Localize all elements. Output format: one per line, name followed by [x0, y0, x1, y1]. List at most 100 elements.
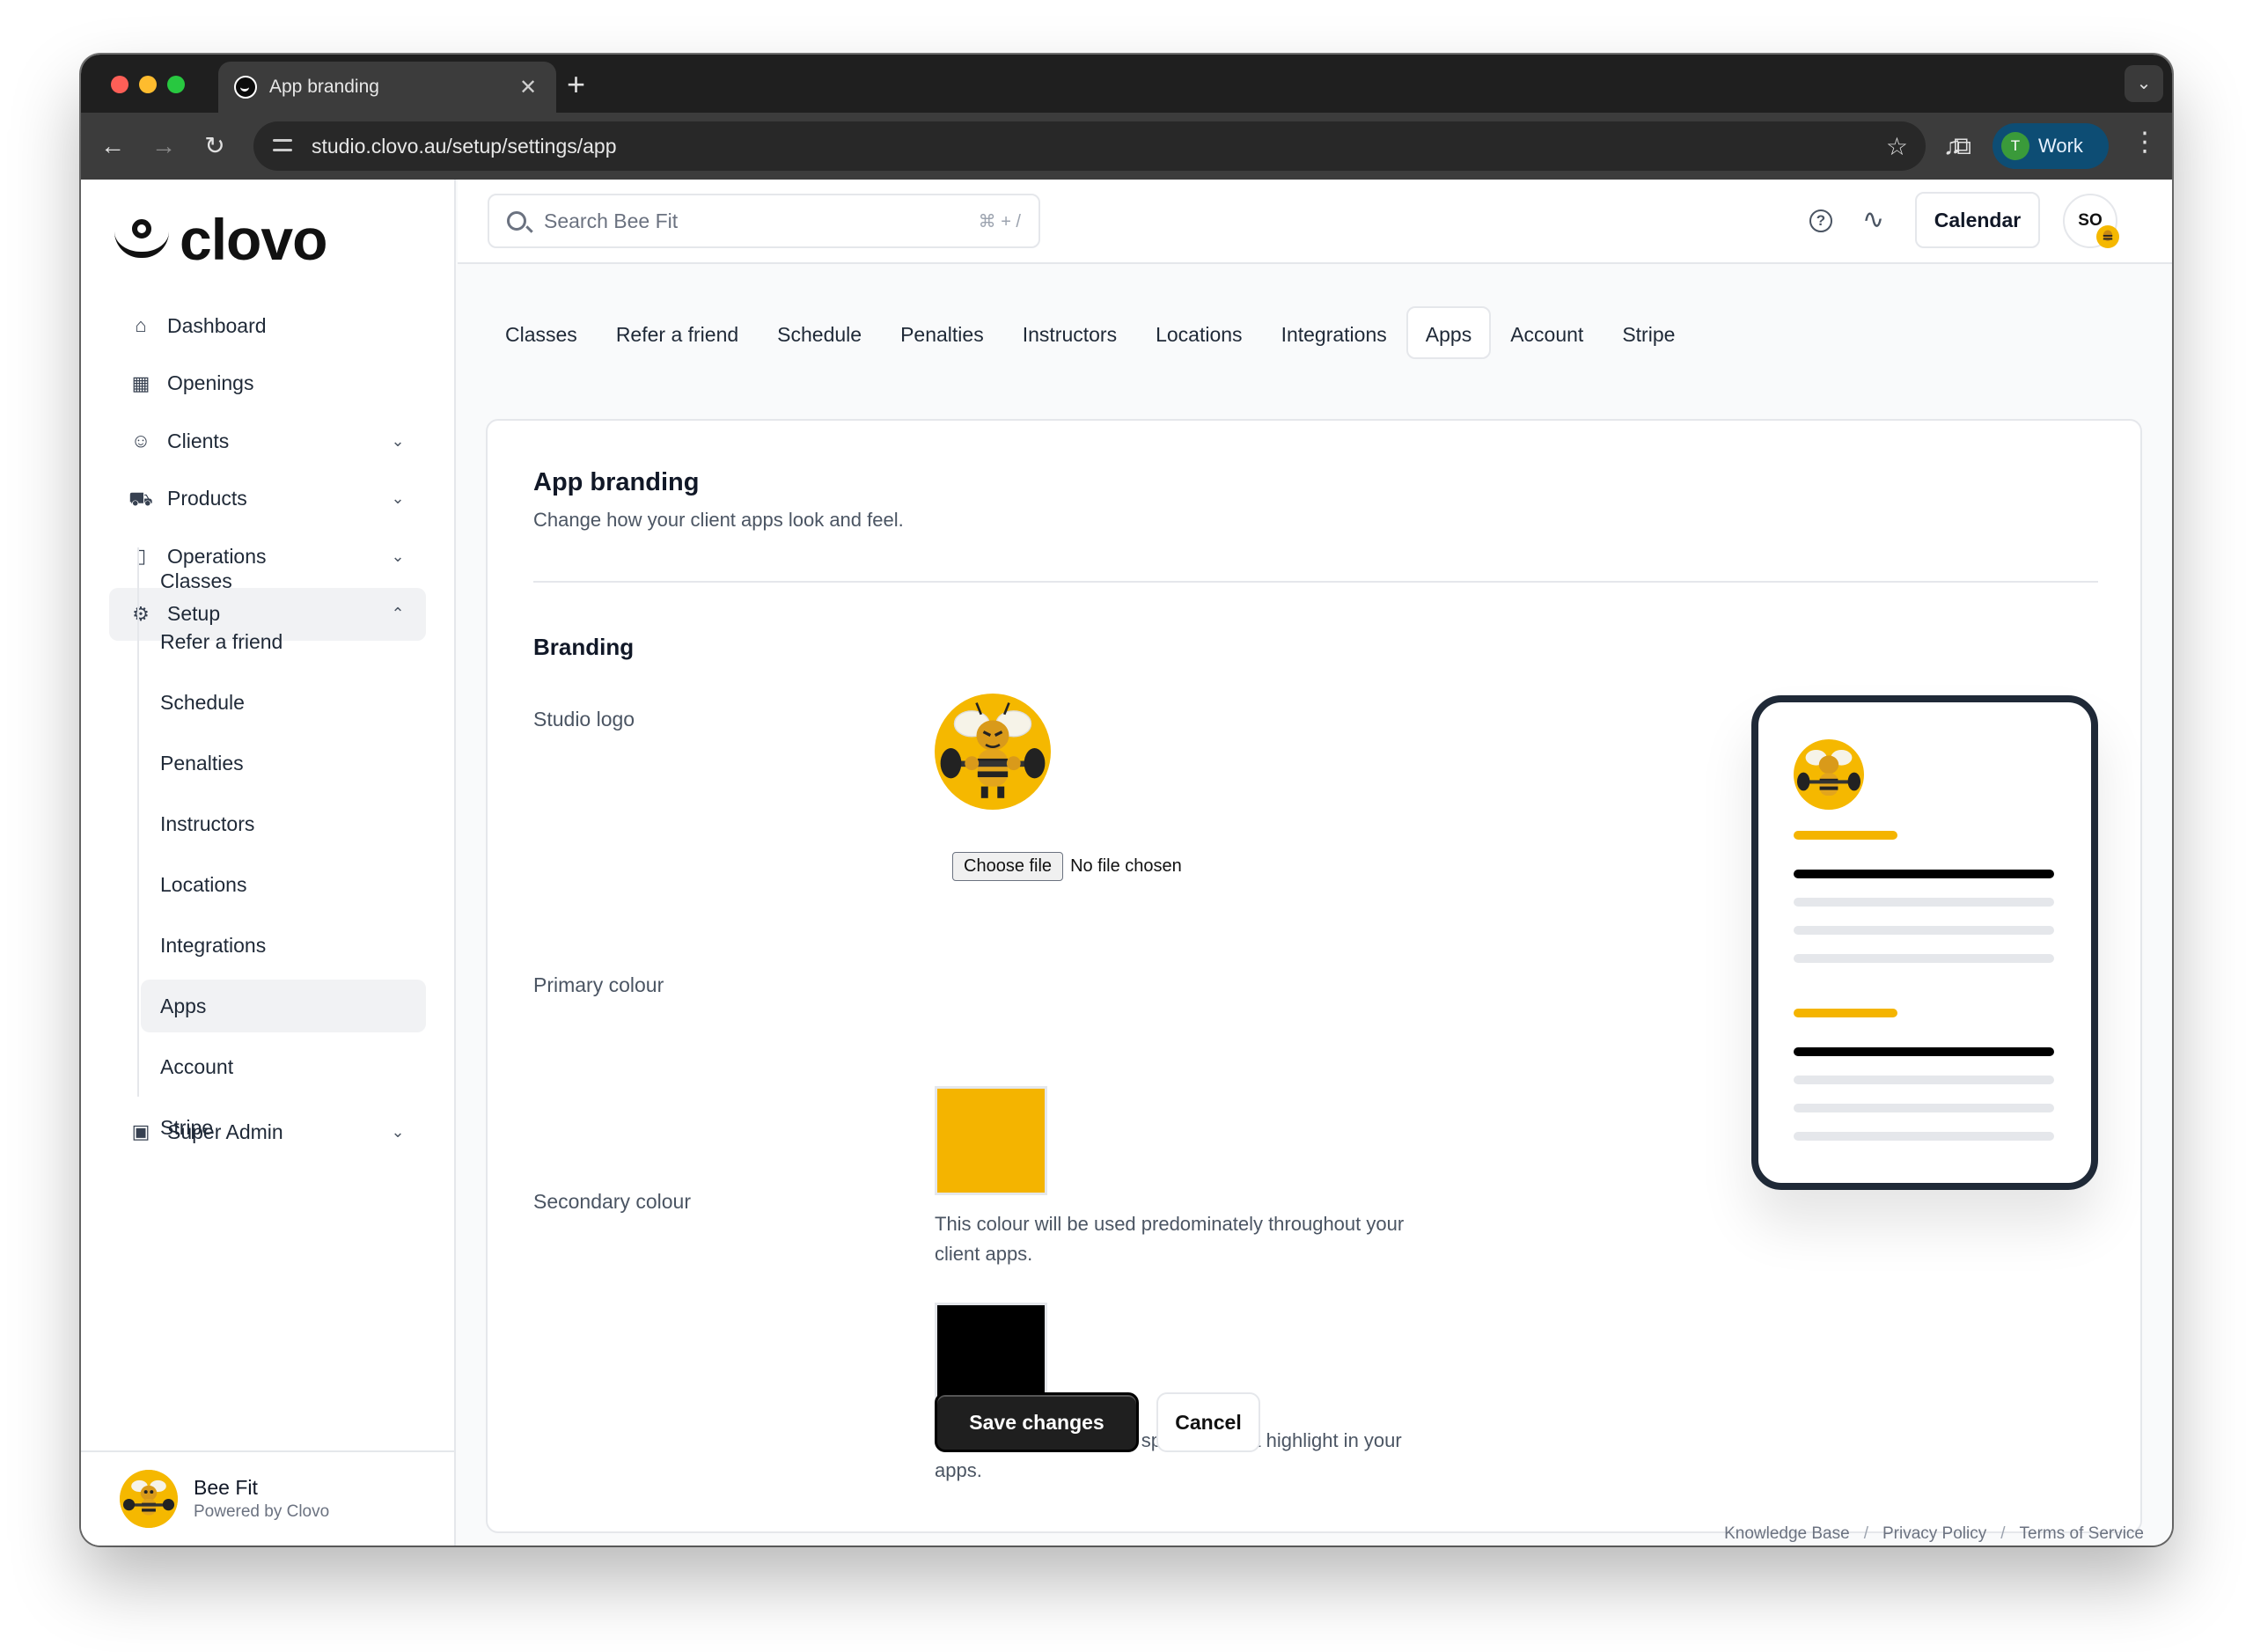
page-subtitle: Change how your client apps look and fee… [533, 509, 904, 531]
media-control-icon[interactable]: ♫ [1943, 130, 1962, 162]
clovo-favicon-icon [234, 76, 257, 99]
sidebar-subitem-refer-a-friend[interactable]: Refer a friend [141, 615, 426, 668]
activity-icon[interactable]: ∿ [1862, 204, 1884, 235]
sidebar-subitem-classes[interactable]: Classes [141, 554, 426, 607]
secondary-colour-label: Secondary colour [533, 1190, 691, 1213]
privacy-policy-link[interactable]: Privacy Policy [1882, 1524, 1986, 1546]
tab-integrations[interactable]: Integrations [1262, 306, 1406, 359]
chevron-down-icon: ⌄ [391, 1122, 405, 1141]
preview-text-line [1794, 1076, 2054, 1084]
tab-instructors[interactable]: Instructors [1003, 306, 1136, 359]
preview-text-line [1794, 1132, 2054, 1141]
tab-stripe[interactable]: Stripe [1603, 306, 1694, 359]
maximize-window-button[interactable] [167, 76, 185, 93]
file-status: No file chosen [1070, 856, 1182, 876]
clovo-logo[interactable]: clovo [113, 210, 327, 268]
sidebar-item-clients[interactable]: ☺ Clients ⌄ [109, 415, 426, 467]
save-changes-button[interactable]: Save changes [935, 1392, 1139, 1452]
search-input[interactable]: Search Bee Fit ⌘ + / [488, 194, 1040, 248]
search-placeholder: Search Bee Fit [544, 209, 679, 232]
browser-tab[interactable]: App branding ✕ [218, 62, 556, 113]
link-separator: / [2000, 1524, 2006, 1543]
sidebar-subitem-integrations[interactable]: Integrations [141, 919, 426, 972]
preview-primary-bar [1794, 831, 1897, 840]
tab-penalties[interactable]: Penalties [881, 306, 1003, 359]
sidebar-subitem-instructors[interactable]: Instructors [141, 797, 426, 850]
tab-search-button[interactable]: ⌄ [2125, 65, 2163, 102]
bee-fit-logo-avatar [120, 1470, 178, 1528]
home-icon: ⌂ [135, 314, 147, 336]
footer-links: Knowledge Base / Privacy Policy / Terms … [1724, 1524, 2144, 1546]
studio-name: Bee Fit [194, 1476, 258, 1499]
forward-arrow-icon[interactable]: → [146, 128, 181, 164]
cancel-button[interactable]: Cancel [1156, 1392, 1260, 1452]
sidebar-subitem-apps[interactable]: Apps [141, 980, 426, 1032]
studio-logo-label: Studio logo [533, 708, 635, 731]
calendar-icon: ▦ [131, 371, 150, 394]
back-arrow-icon[interactable]: ← [95, 128, 130, 164]
clovo-logo-icon [113, 217, 171, 261]
url-text[interactable]: studio.clovo.au/setup/settings/app [312, 135, 1886, 158]
bookmark-star-icon[interactable]: ☆ [1886, 132, 1908, 161]
close-window-button[interactable] [111, 76, 128, 93]
close-tab-icon[interactable]: ✕ [516, 75, 540, 100]
tab-apps[interactable]: Apps [1405, 306, 1492, 359]
primary-colour-swatch[interactable] [935, 1086, 1047, 1195]
minimize-window-button[interactable] [139, 76, 157, 93]
preview-text-line [1794, 926, 2054, 935]
sidebar-subitem-locations[interactable]: Locations [141, 858, 426, 911]
tab-locations[interactable]: Locations [1136, 306, 1261, 359]
search-shortcut: ⌘ + / [978, 211, 1021, 231]
super-admin-nav: ▣ Super Admin ⌄ [109, 1105, 426, 1164]
logo-file-input[interactable]: Choose file No file chosen [952, 852, 1182, 881]
sidebar-subitem-schedule[interactable]: Schedule [141, 676, 426, 729]
users-icon: ☺ [130, 430, 151, 452]
user-menu-button[interactable]: SO [2063, 194, 2119, 248]
calendar-button[interactable]: Calendar [1915, 192, 2040, 248]
search-icon [507, 211, 526, 231]
settings-tabs: Classes Refer a friend Schedule Penaltie… [486, 306, 1694, 359]
powered-by-text: Powered by Clovo [194, 1502, 330, 1521]
tab-classes[interactable]: Classes [486, 306, 597, 359]
app-root: clovo ⌂ Dashboard ▦ Openings ☺ Clients ⌄… [81, 180, 2172, 1546]
tab-account[interactable]: Account [1491, 306, 1603, 359]
studio-logo-image [935, 694, 1051, 810]
reload-icon[interactable]: ↻ [197, 128, 232, 164]
preview-text-line [1794, 954, 2054, 963]
primary-colour-help: This colour will be used predominately t… [935, 1213, 1405, 1265]
setup-submenu: Classes Refer a friend Schedule Penaltie… [141, 554, 426, 1162]
profile-button[interactable]: T Work [1992, 123, 2109, 169]
browser-window: App branding ✕ + ⌄ ← → ↻ studio.clovo.au… [81, 55, 2172, 1546]
tab-title: App branding [269, 77, 379, 97]
sidebar-item-dashboard[interactable]: ⌂ Dashboard [109, 299, 426, 352]
terms-of-service-link[interactable]: Terms of Service [2020, 1524, 2144, 1546]
tab-schedule[interactable]: Schedule [758, 306, 881, 359]
sidebar-subitem-penalties[interactable]: Penalties [141, 737, 426, 789]
address-bar[interactable]: studio.clovo.au/setup/settings/app ☆ [253, 121, 1926, 171]
sidebar-item-super-admin[interactable]: ▣ Super Admin ⌄ [109, 1105, 426, 1158]
tab-refer-a-friend[interactable]: Refer a friend [597, 306, 758, 359]
preview-primary-bar [1794, 1009, 1897, 1017]
link-separator: / [1863, 1524, 1868, 1543]
preview-text-line [1794, 898, 2054, 907]
sidebar-item-label: Super Admin [167, 1120, 283, 1143]
sidebar-item-label: Openings [167, 371, 254, 395]
sidebar-item-label: Dashboard [167, 313, 267, 337]
sidebar-item-label: Clients [167, 429, 230, 452]
choose-file-button[interactable]: Choose file [952, 852, 1064, 881]
sidebar-subitem-account[interactable]: Account [141, 1040, 426, 1093]
sidebar-item-products[interactable]: ⛟ Products ⌄ [109, 473, 426, 525]
top-bar: Search Bee Fit ⌘ + / ? ∿ Calendar SO [458, 180, 2172, 264]
sidebar-item-openings[interactable]: ▦ Openings [109, 357, 426, 410]
browser-toolbar: ← → ↻ studio.clovo.au/setup/settings/app… [81, 113, 2172, 180]
new-tab-button[interactable]: + [567, 67, 585, 102]
preview-secondary-bar [1794, 870, 2054, 878]
studio-switcher[interactable]: Bee Fit Powered by Clovo [81, 1450, 454, 1546]
sidebar-item-label: Products [167, 487, 247, 510]
preview-logo-image [1794, 739, 1864, 810]
help-icon[interactable]: ? [1809, 209, 1832, 232]
page-title: App branding [533, 468, 700, 496]
site-settings-icon[interactable] [271, 133, 297, 159]
knowledge-base-link[interactable]: Knowledge Base [1724, 1524, 1850, 1546]
more-menu-icon[interactable]: ⋮ [2132, 127, 2158, 158]
